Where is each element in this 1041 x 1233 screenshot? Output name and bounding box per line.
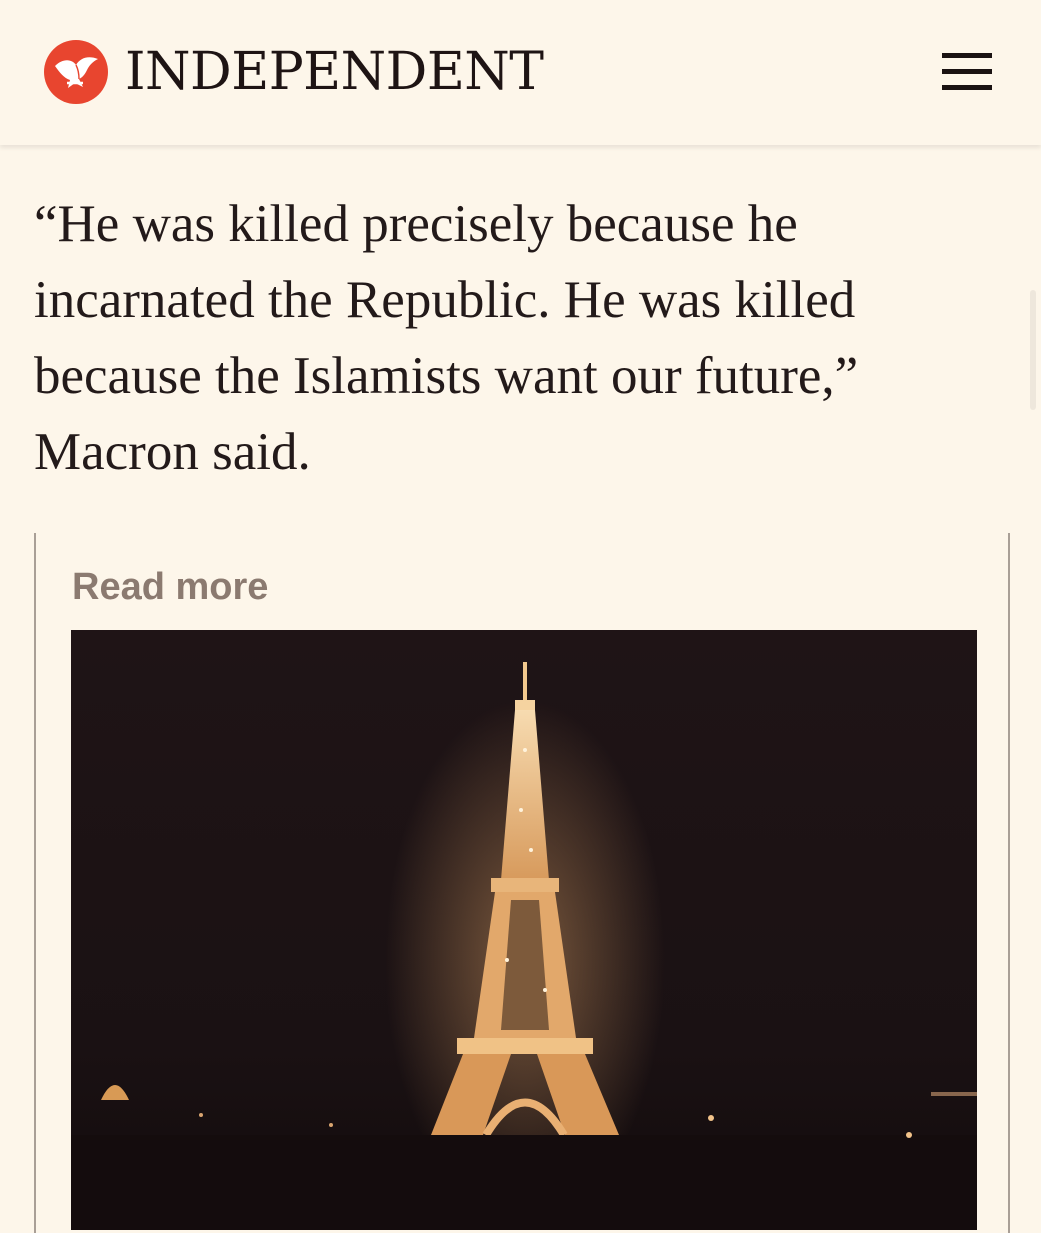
brand-logo-link[interactable]: INDEPENDENT [43,39,544,105]
site-header: INDEPENDENT [0,0,1041,145]
eiffel-tower-night-image [71,630,977,1230]
read-more-label: Read more [72,566,269,608]
menu-button[interactable] [936,50,998,94]
scrollbar[interactable] [1030,290,1036,410]
eagle-logo-icon [44,40,108,104]
brand-name: INDEPENDENT [125,42,544,102]
read-more-card: Read more [34,533,1010,1233]
read-more-image-link[interactable] [71,630,977,1230]
article-quote-paragraph: “He was killed precisely because he inca… [34,195,859,481]
